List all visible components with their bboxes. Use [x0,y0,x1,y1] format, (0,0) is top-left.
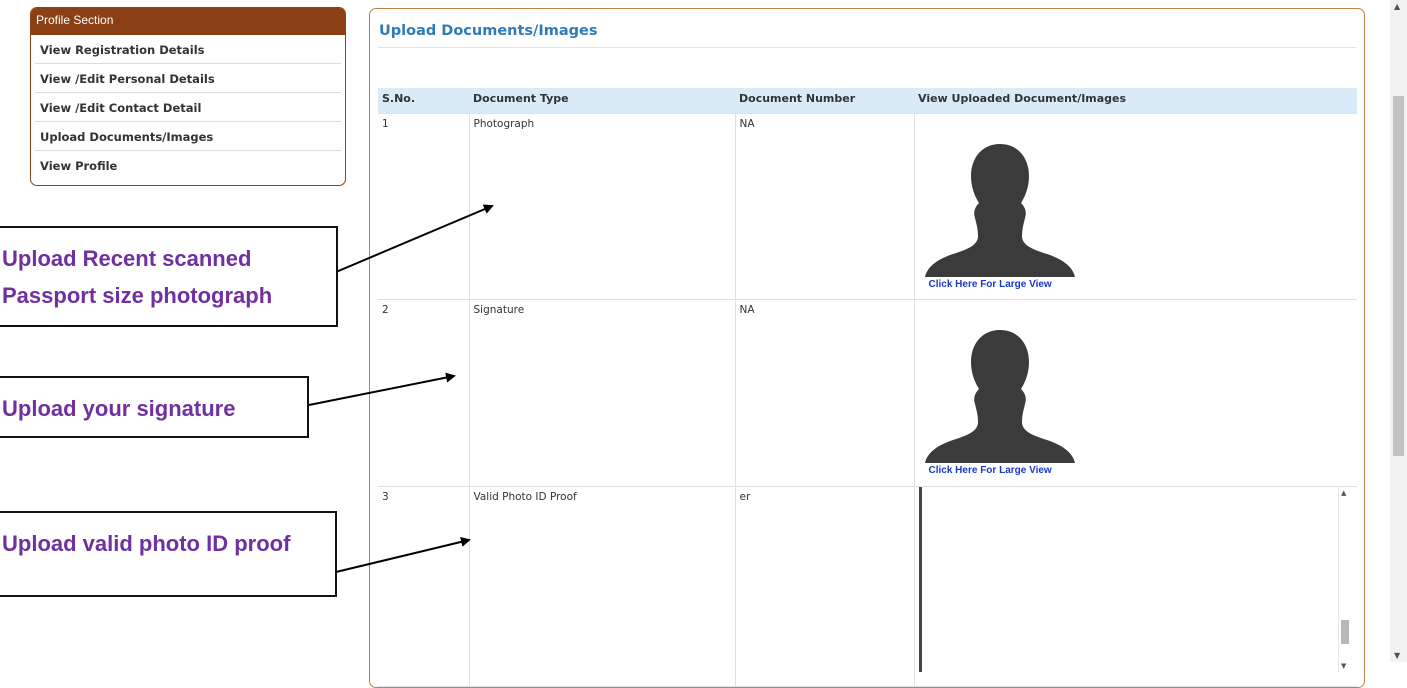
callout-id-proof: Upload valid photo ID proof [0,511,337,597]
callout-signature: Upload your signature [0,376,309,438]
arrow-id-proof [335,537,471,573]
scroll-down-arrow-icon[interactable]: ▼ [1341,662,1346,670]
arrow-photo [335,204,494,273]
callout-photograph: Upload Recent scanned Passport size phot… [0,226,338,327]
arrow-signature [308,372,456,406]
